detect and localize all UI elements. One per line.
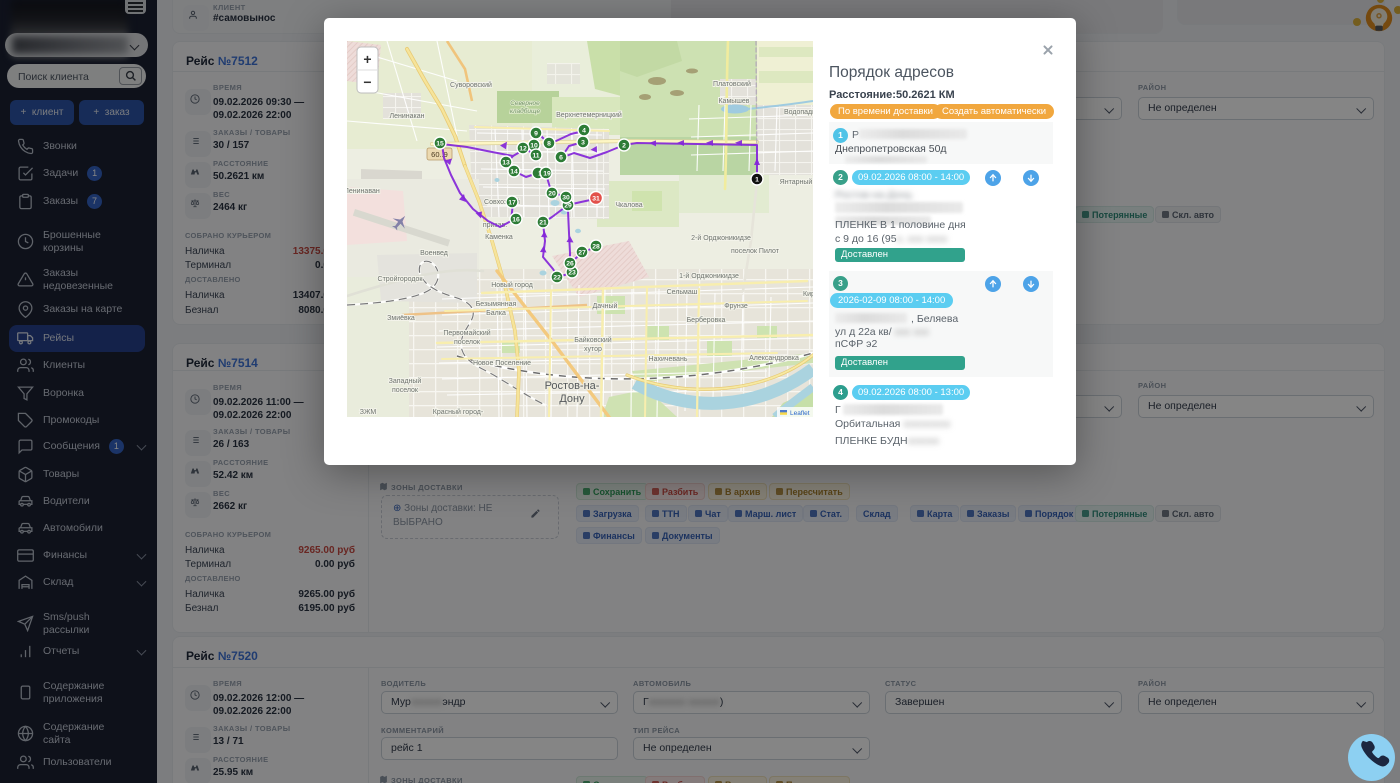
- svg-text:поселок: поселок: [454, 339, 481, 346]
- svg-text:20: 20: [548, 191, 556, 198]
- svg-text:6: 6: [559, 155, 563, 162]
- svg-text:27: 27: [578, 250, 586, 257]
- svg-text:Ленинаван: Ленинаван: [347, 188, 380, 195]
- svg-text:хутор: хутор: [584, 346, 602, 353]
- svg-text:14: 14: [510, 169, 518, 176]
- svg-text:11: 11: [532, 153, 539, 160]
- svg-text:поселок: поселок: [392, 387, 419, 394]
- svg-text:Змиёвка: Змиёвка: [387, 315, 415, 322]
- svg-text:19: 19: [543, 171, 551, 178]
- svg-text:Платовский: Платовский: [713, 80, 751, 88]
- svg-text:Leaflet: Leaflet: [790, 410, 810, 417]
- svg-text:1: 1: [538, 171, 542, 178]
- svg-text:Дону: Дону: [559, 393, 585, 405]
- svg-text:кладбище: кладбище: [510, 107, 541, 115]
- svg-text:28: 28: [592, 244, 600, 251]
- svg-text:Красный город-: Красный город-: [433, 408, 484, 416]
- svg-text:Балка: Балка: [486, 310, 506, 317]
- svg-text:Водопадн: Водопадн: [784, 109, 813, 116]
- svg-text:Северное: Северное: [510, 100, 540, 107]
- svg-text:4: 4: [582, 128, 586, 135]
- svg-text:Кир: Кир: [803, 291, 813, 298]
- svg-text:30: 30: [562, 195, 570, 202]
- svg-text:+: +: [363, 51, 371, 67]
- svg-text:3: 3: [581, 140, 585, 147]
- svg-text:Дачный: Дачный: [593, 302, 618, 310]
- svg-text:Ленинакан: Ленинакан: [390, 113, 425, 120]
- svg-text:10: 10: [530, 143, 538, 150]
- svg-text:1: 1: [755, 177, 759, 184]
- svg-text:2-й Орджоникидзе: 2-й Орджоникидзе: [691, 234, 751, 242]
- svg-text:1-й Орджоникидзе: 1-й Орджоникидзе: [679, 272, 739, 280]
- svg-text:Янтарный: Янтарный: [780, 178, 813, 186]
- svg-text:Сельмаш: Сельмаш: [667, 289, 698, 296]
- svg-text:Безымянная: Безымянная: [476, 301, 517, 308]
- svg-text:2: 2: [622, 143, 626, 150]
- svg-text:Новый город: Новый город: [491, 281, 533, 289]
- svg-text:Первомайский: Первомайский: [443, 329, 490, 337]
- svg-text:Байковский: Байковский: [574, 336, 612, 344]
- svg-text:Ростов-на-: Ростов-на-: [545, 380, 600, 392]
- svg-text:Каменка: Каменка: [485, 234, 513, 241]
- svg-text:Берберовка: Берберовка: [687, 316, 726, 324]
- svg-text:Камышев: Камышев: [718, 98, 749, 105]
- svg-text:Фрунзе: Фрунзе: [724, 303, 748, 310]
- svg-text:8: 8: [547, 141, 551, 148]
- svg-text:9: 9: [534, 131, 538, 138]
- svg-text:12: 12: [519, 146, 527, 153]
- svg-text:Военвед: Военвед: [420, 250, 448, 257]
- svg-text:16: 16: [512, 217, 520, 224]
- svg-text:Суворовский: Суворовский: [450, 81, 492, 89]
- svg-text:60..9: 60..9: [431, 150, 448, 159]
- svg-text:Александровка: Александровка: [749, 355, 799, 362]
- svg-text:17: 17: [508, 200, 516, 207]
- svg-text:Верхнетемерницкий: Верхнетемерницкий: [556, 111, 622, 119]
- svg-text:−: −: [363, 74, 371, 90]
- svg-text:15: 15: [436, 141, 444, 148]
- svg-text:Западный: Западный: [389, 377, 422, 385]
- svg-text:26: 26: [566, 261, 574, 268]
- svg-text:29: 29: [564, 203, 572, 210]
- svg-text:31: 31: [592, 196, 600, 203]
- svg-text:Чкалова: Чкалова: [615, 202, 642, 209]
- svg-text:21: 21: [539, 220, 547, 227]
- svg-text:Новое Поселение: Новое Поселение: [473, 360, 531, 367]
- svg-text:Нахичевань: Нахичевань: [649, 356, 688, 363]
- svg-text:22: 22: [553, 275, 561, 282]
- svg-text:поселок Пилот: поселок Пилот: [731, 248, 780, 255]
- svg-text:ЗЖМ: ЗЖМ: [360, 409, 377, 416]
- svg-text:13: 13: [502, 160, 510, 167]
- svg-text:23: 23: [568, 270, 576, 277]
- svg-text:Стройгородок: Стройгородок: [378, 275, 424, 283]
